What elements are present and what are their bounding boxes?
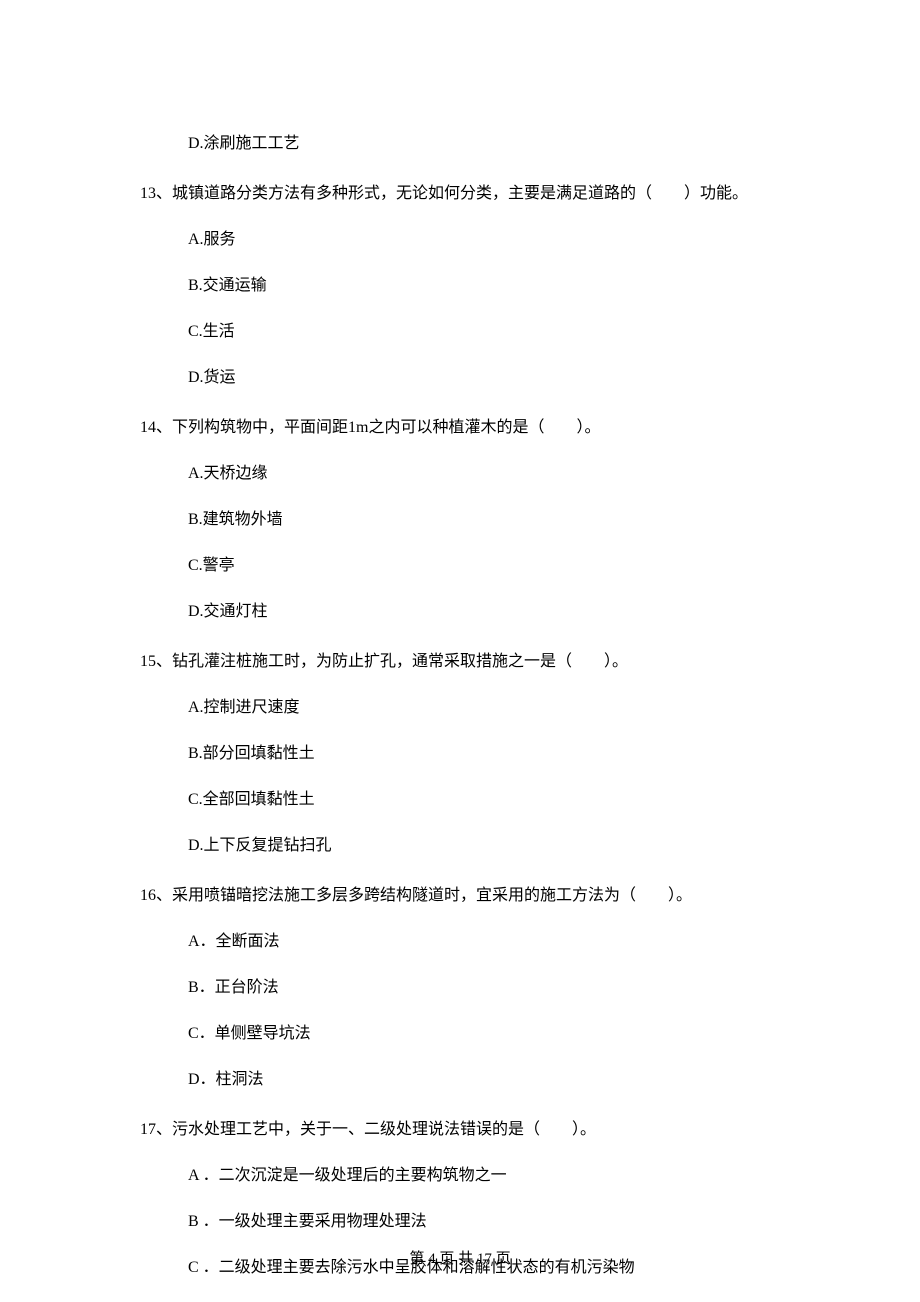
option-a: A ．二次沉淀是一级处理后的主要构筑物之一 <box>188 1164 820 1188</box>
question-number: 13、 <box>140 185 172 202</box>
question-text: 下列构筑物中，平面间距1m之内可以种植灌木的是（ ）。 <box>172 419 600 436</box>
option-c: C.生活 <box>188 320 820 344</box>
question-14: 14、下列构筑物中，平面间距1m之内可以种植灌木的是（ ）。 <box>140 416 820 440</box>
option-b: B ．一级处理主要采用物理处理法 <box>188 1210 820 1234</box>
question-number: 17、 <box>140 1121 172 1138</box>
page-footer: 第 4 页 共 17 页 <box>0 1248 920 1271</box>
question-16: 16、采用喷锚暗挖法施工多层多跨结构隧道时，宜采用的施工方法为（ ）。 <box>140 884 820 908</box>
option-c: C.警亭 <box>188 554 820 578</box>
question-15: 15、钻孔灌注桩施工时，为防止扩孔，通常采取措施之一是（ ）。 <box>140 650 820 674</box>
option-d: D.涂刷施工工艺 <box>188 132 820 156</box>
question-number: 15、 <box>140 653 172 670</box>
option-d: D．柱洞法 <box>188 1068 820 1092</box>
option-b: B.建筑物外墙 <box>188 508 820 532</box>
question-13: 13、城镇道路分类方法有多种形式，无论如何分类，主要是满足道路的（ ）功能。 <box>140 182 820 206</box>
option-a: A.控制进尺速度 <box>188 696 820 720</box>
option-d: D.交通灯柱 <box>188 600 820 624</box>
page: D.涂刷施工工艺 13、城镇道路分类方法有多种形式，无论如何分类，主要是满足道路… <box>0 0 920 1302</box>
question-17: 17、污水处理工艺中，关于一、二级处理说法错误的是（ ）。 <box>140 1118 820 1142</box>
question-text: 钻孔灌注桩施工时，为防止扩孔，通常采取措施之一是（ ）。 <box>172 653 628 670</box>
question-number: 14、 <box>140 419 172 436</box>
option-d: D.货运 <box>188 366 820 390</box>
option-c: C.全部回填黏性土 <box>188 788 820 812</box>
question-number: 16、 <box>140 887 172 904</box>
option-b: B.交通运输 <box>188 274 820 298</box>
option-a: A．全断面法 <box>188 930 820 954</box>
option-d: D.上下反复提钻扫孔 <box>188 834 820 858</box>
question-text: 污水处理工艺中，关于一、二级处理说法错误的是（ ）。 <box>172 1121 596 1138</box>
question-text: 采用喷锚暗挖法施工多层多跨结构隧道时，宜采用的施工方法为（ ）。 <box>172 887 692 904</box>
option-a: A.天桥边缘 <box>188 462 820 486</box>
question-text: 城镇道路分类方法有多种形式，无论如何分类，主要是满足道路的（ ）功能。 <box>172 185 748 202</box>
option-a: A.服务 <box>188 228 820 252</box>
option-b: B.部分回填黏性土 <box>188 742 820 766</box>
option-c: C．单侧壁导坑法 <box>188 1022 820 1046</box>
option-b: B．正台阶法 <box>188 976 820 1000</box>
